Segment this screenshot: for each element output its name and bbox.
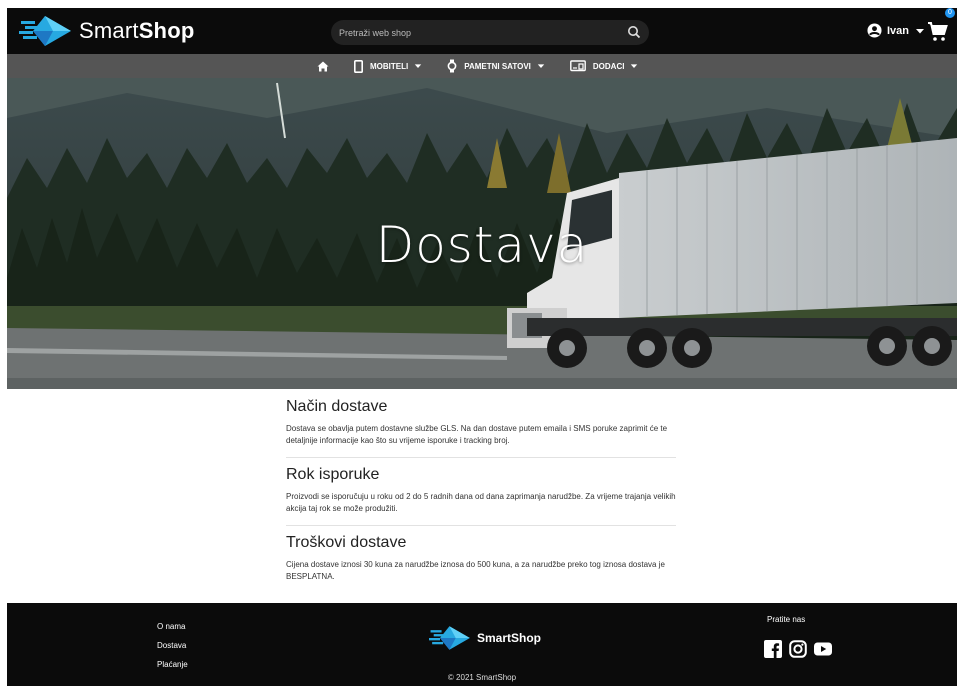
section-text: Cijena dostave iznosi 30 kuna za narudžb…: [286, 560, 665, 581]
footer: O nama Dostava Plaćanje SmartShop © 2021…: [7, 603, 957, 686]
search-icon[interactable]: [627, 25, 641, 39]
nav-item-mobiteli[interactable]: MOBITELI: [354, 59, 429, 73]
category-nav: MOBITELI PAMETNI SATOVI DODACI: [7, 54, 957, 78]
delivery-info: Način dostave Dostava se obavlja putem d…: [286, 398, 676, 601]
copyright: © 2021 SmartShop: [447, 673, 517, 682]
section-text: Dostava se obavlja putem dostavne službe…: [286, 424, 668, 445]
nav-label: DODACI: [592, 61, 625, 71]
phone-icon: [354, 59, 363, 73]
footer-link-o-nama[interactable]: O nama: [157, 617, 188, 636]
section-title: Rok isporuke: [286, 466, 380, 483]
social-links: [764, 640, 839, 658]
footer-logo[interactable]: SmartShop: [429, 623, 541, 653]
user-avatar-icon: [867, 23, 882, 38]
chevron-down-icon: [415, 64, 422, 68]
cart-icon[interactable]: [927, 21, 951, 43]
section-title: Troškovi dostave: [286, 534, 407, 551]
chevron-down-icon: [916, 28, 925, 33]
chevron-down-icon: [537, 64, 545, 68]
search-input[interactable]: [337, 20, 607, 45]
nav-home[interactable]: [317, 61, 336, 72]
footer-link-placanje[interactable]: Plaćanje: [157, 655, 188, 674]
footer-link-dostava[interactable]: Dostava: [157, 636, 188, 655]
hero-title: Dostava: [375, 216, 589, 274]
section-text: Proizvodi se isporučuju u roku od 2 do 5…: [286, 492, 676, 513]
footer-links: O nama Dostava Plaćanje: [157, 617, 188, 674]
accessories-icon: [569, 60, 586, 72]
nav-item-pametni-satovi[interactable]: PAMETNI SATOVI: [447, 59, 552, 73]
nav-item-dodaci[interactable]: DODACI: [569, 60, 646, 72]
cart-count-badge: 0: [945, 8, 955, 18]
logo-text: SmartShop: [79, 18, 195, 43]
search-bar: [331, 20, 649, 45]
instagram-icon[interactable]: [789, 640, 807, 658]
hero-banner: Dostava: [7, 78, 957, 389]
top-header: SmartShop Ivan 0: [7, 8, 957, 54]
logo-icon: [429, 626, 470, 650]
youtube-icon[interactable]: [814, 640, 832, 658]
nav-label: MOBITELI: [370, 61, 409, 71]
section-rok-isporuke: Rok isporuke Proizvodi se isporučuju u r…: [286, 466, 676, 526]
logo-icon: [19, 16, 71, 46]
watch-icon: [447, 59, 457, 73]
home-icon: [317, 61, 329, 71]
follow-label: Pratite nas: [767, 615, 806, 624]
chevron-down-icon: [631, 64, 638, 68]
user-menu[interactable]: Ivan: [867, 23, 925, 38]
user-name: Ivan: [887, 24, 910, 37]
logo[interactable]: SmartShop: [19, 12, 194, 50]
section-nacin-dostave: Način dostave Dostava se obavlja putem d…: [286, 398, 676, 458]
footer-logo-text: SmartShop: [477, 631, 542, 645]
nav-label: PAMETNI SATOVI: [464, 61, 531, 71]
section-title: Način dostave: [286, 398, 388, 415]
section-troskovi-dostave: Troškovi dostave Cijena dostave iznosi 3…: [286, 534, 676, 593]
facebook-icon[interactable]: [764, 640, 782, 658]
